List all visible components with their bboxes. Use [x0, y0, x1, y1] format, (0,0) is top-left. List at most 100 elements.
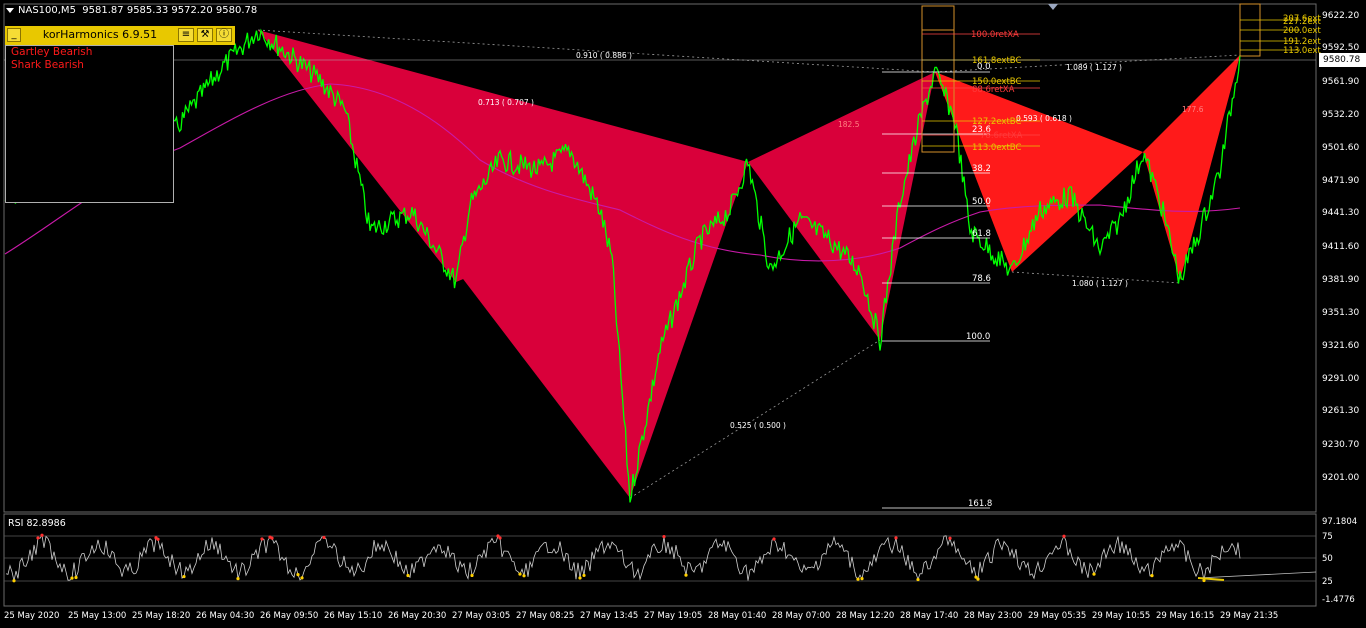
rsi-overbought-dot	[1062, 534, 1066, 538]
rsi-oversold-dot	[856, 577, 860, 581]
rsi-oversold-dot	[1150, 574, 1154, 578]
tools-button[interactable]: ⚒	[197, 28, 213, 42]
price-tick: 9561.90	[1322, 77, 1359, 87]
rsi-overbought-dot	[322, 535, 326, 540]
ext-label: 113.0extBC	[972, 143, 1021, 153]
rsi-oversold-dot	[916, 577, 920, 582]
indicator-title: korHarmonics 6.9.51	[42, 28, 158, 41]
rsi-tick: 75	[1322, 532, 1333, 542]
info-button[interactable]: ⓘ	[216, 28, 232, 42]
rsi-overbought-dot	[498, 536, 502, 540]
fib-level-label: 100.0	[966, 332, 990, 342]
ext-label: 78.6retXA	[980, 131, 1023, 141]
symbol-name: NAS100,M5	[18, 5, 76, 16]
time-tick: 25 May 18:20	[132, 611, 190, 621]
ratio-label: 177.6	[1182, 105, 1204, 114]
rsi-oversold-dot	[236, 577, 240, 581]
price-tick: 9321.60	[1322, 341, 1359, 351]
pattern-item[interactable]: Gartley Bearish	[6, 46, 173, 59]
rsi-oversold-dot	[406, 573, 410, 578]
rsi-overbought-dot	[156, 537, 160, 541]
price-tick: 9291.00	[1322, 374, 1359, 384]
fib-level-label: 61.8	[972, 229, 991, 239]
ohlc-values: 9581.87 9585.33 9572.20 9580.78	[82, 5, 258, 16]
price-tick: 9351.30	[1322, 308, 1359, 318]
symbol-info-bar[interactable]: NAS100,M5 9581.87 9585.33 9572.20 9580.7…	[6, 5, 257, 16]
current-price-tag: 9580.78	[1319, 53, 1366, 67]
time-tick: 26 May 15:10	[324, 611, 382, 621]
time-tick: 25 May 13:00	[68, 611, 126, 621]
rsi-tick: -1.4776	[1322, 595, 1355, 605]
time-tick: 27 May 08:25	[516, 611, 574, 621]
fib-level-label: 78.6	[972, 274, 991, 284]
rsi-axis: 97.1804 75 50 25 -1.4776	[1322, 517, 1357, 605]
pattern-list-panel: Gartley Bearish Shark Bearish	[5, 45, 174, 203]
rsi-oversold-dot	[578, 576, 582, 580]
price-tick: 9441.30	[1322, 208, 1359, 218]
ratio-label: 0.525 ( 0.500 )	[730, 421, 786, 430]
rsi-label: RSI 82.8986	[8, 518, 66, 529]
rsi-oversold-dot	[70, 576, 74, 580]
rsi-overbought-dot	[40, 533, 44, 537]
time-axis: 25 May 2020 25 May 13:00 25 May 18:20 26…	[4, 611, 1278, 621]
rsi-tick: 97.1804	[1322, 517, 1357, 527]
ratio-label: 0.593 ( 0.618 )	[1016, 114, 1072, 123]
rsi-oversold-dot	[518, 572, 522, 576]
ratio-label: 1.089 ( 1.127 )	[1066, 63, 1122, 72]
rsi-tick: 25	[1322, 577, 1333, 587]
ratio-label: 0.910 ( 0.886 )	[576, 51, 632, 60]
rsi-oversold-dot	[470, 573, 474, 578]
rsi-oversold-dot	[12, 579, 16, 583]
fib-level-label: 161.8	[968, 499, 992, 509]
rsi-oversold-dot	[684, 573, 688, 577]
time-tick: 28 May 01:40	[708, 611, 766, 621]
price-axis: 9622.20 9592.50 9561.90 9532.20 9501.60 …	[1322, 11, 1359, 483]
time-tick: 29 May 16:15	[1156, 611, 1214, 621]
time-tick: 29 May 21:35	[1220, 611, 1278, 621]
time-tick: 26 May 04:30	[196, 611, 254, 621]
time-tick: 26 May 20:30	[388, 611, 446, 621]
time-tick: 26 May 09:50	[260, 611, 318, 621]
dropdown-arrow-icon[interactable]	[6, 7, 14, 13]
ext-label: 88.6retXA	[972, 85, 1015, 95]
rsi-oversold-dot	[296, 572, 300, 577]
rsi-oversold-dot	[582, 573, 586, 578]
price-tick: 9261.30	[1322, 406, 1359, 416]
time-tick: 29 May 05:35	[1028, 611, 1086, 621]
ext-label: 161.8extBC	[972, 56, 1021, 66]
price-tick: 9471.90	[1322, 176, 1359, 186]
time-tick: 28 May 12:20	[836, 611, 894, 621]
rsi-overbought-dot	[260, 537, 264, 541]
time-tick: 27 May 03:05	[452, 611, 510, 621]
settings-sliders-button[interactable]: ≡	[178, 28, 194, 42]
price-tick: 9532.20	[1322, 110, 1359, 120]
price-tick: 9230.70	[1322, 440, 1359, 450]
price-tick: 9411.60	[1322, 242, 1359, 252]
ratio-label: 1.080 ( 1.127 )	[1072, 279, 1128, 288]
price-tick: 9592.50	[1322, 43, 1359, 53]
rsi-overbought-dot	[270, 536, 274, 540]
fib-level-label: 50.0	[972, 197, 991, 207]
rsi-oversold-dot	[860, 577, 864, 581]
ext-label: 113.0ext	[1283, 46, 1321, 56]
price-chart[interactable]: 0.910 ( 0.886 ) 0.713 ( 0.707 ) 0.525 ( …	[0, 0, 1366, 628]
rsi-overbought-dot	[36, 536, 40, 540]
rsi-oversold-dot	[182, 574, 186, 579]
price-tick: 9381.90	[1322, 275, 1359, 285]
minimize-button[interactable]: _	[7, 28, 21, 42]
rsi-overbought-dot	[894, 536, 898, 540]
rsi-tick: 50	[1322, 554, 1333, 564]
price-tick: 9201.00	[1322, 473, 1359, 483]
rsi-oversold-dot	[1092, 572, 1096, 576]
ratio-label: 182.5	[838, 120, 860, 129]
time-tick: 28 May 07:00	[772, 611, 830, 621]
time-tick: 29 May 10:55	[1092, 611, 1150, 621]
fib-level-label: 38.2	[972, 164, 991, 174]
pattern-item[interactable]: Shark Bearish	[6, 59, 173, 72]
price-tick: 9501.60	[1322, 143, 1359, 153]
rsi-oversold-dot	[522, 574, 526, 578]
ratio-label: 0.713 ( 0.707 )	[478, 98, 534, 107]
ext-label: 100.0retXA	[971, 30, 1019, 40]
ext-label: 207.6ext	[1283, 14, 1321, 24]
ext-label: 127.2extBC	[972, 117, 1021, 127]
